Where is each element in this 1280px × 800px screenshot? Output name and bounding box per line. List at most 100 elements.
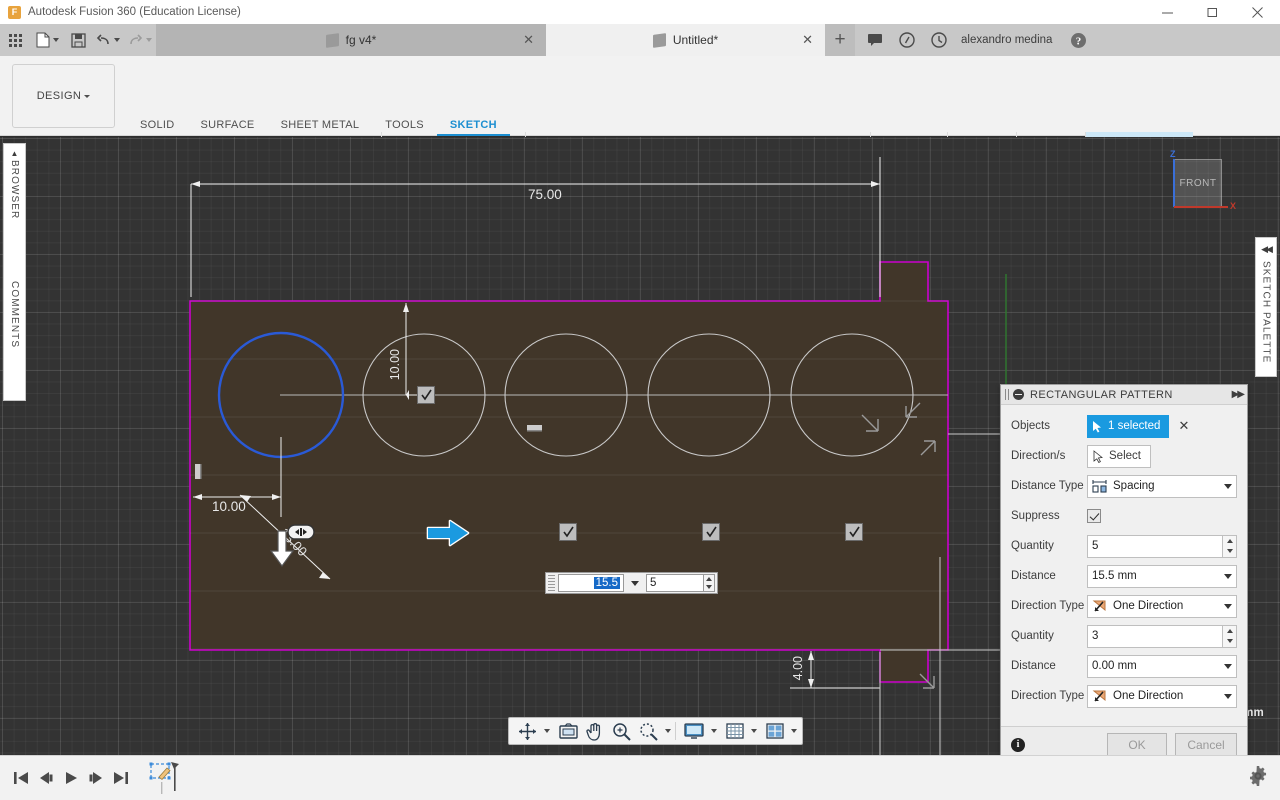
stepper-up-icon[interactable]	[1226, 628, 1233, 633]
quantity-stepper[interactable]	[704, 574, 715, 592]
ok-button[interactable]: OK	[1107, 733, 1167, 755]
directions-select-button[interactable]: Select	[1087, 444, 1151, 468]
chevron-down-icon[interactable]	[665, 729, 671, 733]
dialog-header[interactable]: RECTANGULAR PATTERN ▶▶	[1001, 385, 1247, 405]
chevron-down-icon[interactable]	[146, 38, 152, 42]
document-tab-fg[interactable]: fg v4* ✕	[156, 24, 546, 56]
go-to-beginning-icon[interactable]	[8, 756, 33, 800]
close-tab-icon[interactable]: ✕	[802, 32, 813, 48]
browser-expand-icon[interactable]: ▲	[11, 149, 19, 158]
display-settings-icon[interactable]	[680, 717, 708, 745]
orbit-icon[interactable]	[514, 717, 541, 745]
redo-button[interactable]	[124, 24, 156, 56]
go-to-end-icon[interactable]	[108, 756, 133, 800]
pattern-instance-toggle-3[interactable]	[702, 523, 720, 541]
undo-button[interactable]	[92, 24, 124, 56]
drag-grip-icon[interactable]	[548, 575, 555, 591]
close-icon[interactable]	[1235, 0, 1280, 24]
dim-label-10-vertical[interactable]: 10.00	[388, 349, 402, 380]
distance-2-input[interactable]: 0.00 mm	[1087, 654, 1237, 678]
suppress-checkbox[interactable]	[1087, 509, 1101, 523]
play-icon[interactable]	[58, 756, 83, 800]
distance-1-input[interactable]: 15.5 mm	[1087, 564, 1237, 588]
chevron-down-icon[interactable]	[1224, 483, 1232, 489]
chevron-down-icon[interactable]	[791, 729, 797, 733]
distance-input[interactable]: 15.5	[558, 574, 624, 592]
zoom-icon[interactable]	[608, 717, 635, 745]
document-tab-untitled[interactable]: Untitled* ✕	[546, 24, 825, 56]
pan-icon[interactable]	[582, 717, 608, 745]
chevron-down-icon[interactable]	[114, 38, 120, 42]
chevron-down-icon[interactable]	[1224, 603, 1232, 609]
sidebar-item-comments[interactable]: COMMENTS	[9, 281, 20, 348]
quantity-1-input[interactable]: 5	[1087, 534, 1223, 558]
expand-icon[interactable]: ▶▶	[1232, 389, 1245, 400]
dim-label-4[interactable]: 4.00	[791, 656, 805, 680]
step-forward-icon[interactable]	[83, 756, 108, 800]
quantity-2-stepper[interactable]	[1223, 624, 1237, 648]
collapse-icon[interactable]	[1013, 389, 1024, 400]
stepper-down-icon[interactable]	[706, 585, 712, 589]
drag-grip-icon[interactable]	[1005, 389, 1009, 400]
help-icon[interactable]: ?	[1062, 24, 1094, 56]
quantity-2-input[interactable]: 3	[1087, 624, 1223, 648]
comments-icon[interactable]	[859, 24, 891, 56]
new-tab-button[interactable]: +	[825, 24, 855, 56]
design-workspace-selector[interactable]: DESIGN	[12, 64, 115, 128]
dim-label-75[interactable]: 75.00	[528, 187, 562, 202]
sketch-profile[interactable]	[189, 261, 949, 683]
maximize-icon[interactable]	[1190, 0, 1235, 24]
settings-gear-icon[interactable]	[1248, 765, 1268, 791]
floating-value-input[interactable]: 15.5 5	[545, 572, 718, 594]
stepper-up-icon[interactable]	[1226, 538, 1233, 543]
direction-type-2-dropdown[interactable]: One Direction	[1087, 684, 1237, 708]
chevron-down-icon[interactable]	[544, 729, 550, 733]
dim-label-10-horizontal[interactable]: 10.00	[212, 499, 246, 514]
close-tab-icon[interactable]: ✕	[523, 32, 534, 48]
chevron-down-icon[interactable]	[711, 729, 717, 733]
account-username[interactable]: alexandro medina	[961, 34, 1052, 46]
grid-snaps-icon[interactable]	[722, 717, 748, 745]
stepper-down-icon[interactable]	[1226, 639, 1233, 644]
info-icon[interactable]: i	[1011, 737, 1025, 752]
timeline-feature-sketch[interactable]	[149, 760, 181, 796]
direction-arrow-handle[interactable]	[424, 517, 472, 549]
sidebar-item-browser[interactable]: BROWSER	[9, 160, 20, 219]
clear-selection-icon[interactable]: ✕	[1178, 418, 1189, 434]
distance-type-dropdown[interactable]: Spacing	[1087, 474, 1237, 498]
right-dock: ◀◀ SKETCH PALETTE	[1255, 237, 1277, 377]
collapse-palette-icon[interactable]: ◀◀	[1261, 244, 1273, 255]
cancel-button[interactable]: Cancel	[1175, 733, 1237, 755]
vertical-move-arrow[interactable]	[268, 529, 296, 569]
objects-select-button[interactable]: 1 selected	[1087, 414, 1170, 438]
pattern-instance-toggle-2[interactable]	[559, 523, 577, 541]
help-notify-icon[interactable]	[891, 24, 923, 56]
zoom-window-icon[interactable]	[635, 717, 662, 745]
chevron-down-icon[interactable]	[1224, 663, 1232, 669]
save-button[interactable]	[64, 24, 92, 56]
stepper-down-icon[interactable]	[1226, 549, 1233, 554]
pattern-instance-toggle-4[interactable]	[845, 523, 863, 541]
chevron-down-icon[interactable]	[1224, 693, 1232, 699]
sidebar-item-sketch-palette[interactable]: SKETCH PALETTE	[1261, 261, 1272, 363]
chevron-down-icon[interactable]	[751, 729, 757, 733]
chevron-down-icon[interactable]	[1224, 573, 1232, 579]
minimize-icon[interactable]	[1145, 0, 1190, 24]
recent-icon[interactable]	[923, 24, 955, 56]
stepper-up-icon[interactable]	[706, 577, 712, 581]
pan-look-at-icon[interactable]	[555, 717, 582, 745]
quantity-1-stepper[interactable]	[1223, 534, 1237, 558]
step-back-icon[interactable]	[33, 756, 58, 800]
app-grid-icon[interactable]	[0, 24, 30, 56]
sketch-canvas[interactable]: 75.00 10.00 10.00 13.00 4.00 75	[0, 137, 1280, 755]
window-controls	[1145, 0, 1280, 24]
viewports-icon[interactable]	[762, 717, 788, 745]
new-document-button[interactable]	[30, 24, 64, 56]
quantity-input[interactable]: 5	[646, 574, 704, 592]
chevron-down-icon[interactable]	[631, 580, 639, 586]
view-cube[interactable]: FRONT Z X	[1160, 145, 1240, 225]
direction-type-1-dropdown[interactable]: One Direction	[1087, 594, 1237, 618]
rectangular-pattern-dialog[interactable]: RECTANGULAR PATTERN ▶▶ Objects 1 selecte…	[1000, 384, 1248, 755]
pattern-instance-toggle-1[interactable]	[417, 386, 435, 404]
chevron-down-icon[interactable]	[52, 38, 59, 42]
